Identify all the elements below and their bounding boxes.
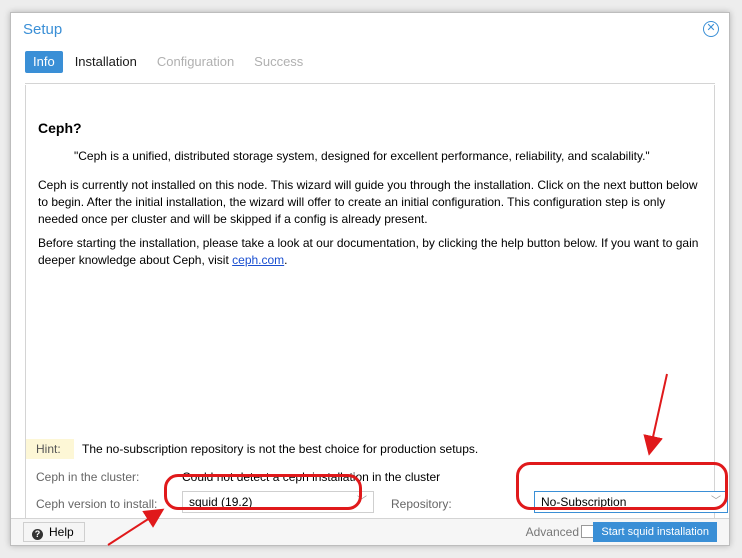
dialog-titlebar: Setup ✕	[11, 13, 729, 47]
ceph-link[interactable]: ceph.com	[232, 253, 284, 267]
start-installation-button[interactable]: Start squid installation	[593, 522, 717, 542]
tab-configuration[interactable]: Configuration	[149, 51, 242, 73]
tab-divider	[25, 83, 715, 84]
chevron-down-icon[interactable]: ﹀	[357, 492, 367, 512]
repository-select-value: No-Subscription	[541, 495, 627, 509]
info-paragraph-1: Ceph is currently not installed on this …	[38, 178, 698, 226]
info-quote: "Ceph is a unified, distributed storage …	[74, 149, 650, 163]
advanced-label: Advanced	[525, 525, 579, 539]
help-button[interactable]: ? Help	[23, 522, 85, 542]
info-paragraph-2-text: Before starting the installation, please…	[38, 236, 699, 267]
version-select[interactable]: squid (19.2) ﹀	[182, 491, 374, 513]
dialog-footer: ? Help Advanced Start squid installation	[11, 518, 729, 545]
help-button-label: Help	[49, 525, 74, 539]
tab-installation[interactable]: Installation	[67, 51, 145, 73]
hint-row: Hint: The no-subscription repository is n…	[26, 439, 478, 459]
info-paragraph-2-end: .	[284, 253, 288, 267]
question-icon: ?	[32, 529, 43, 540]
wizard-tabs: Info Installation Configuration Success	[25, 51, 315, 73]
version-label: Ceph version to install:	[36, 497, 158, 511]
info-heading: Ceph?	[38, 120, 82, 136]
cluster-label: Ceph in the cluster:	[36, 470, 140, 484]
info-paragraph-2: Before starting the installation, please…	[38, 235, 708, 269]
hint-label: Hint:	[26, 439, 74, 459]
hint-text: The no-subscription repository is not th…	[82, 442, 479, 456]
version-select-value: squid (19.2)	[189, 495, 253, 509]
tab-success[interactable]: Success	[246, 51, 311, 73]
tab-info[interactable]: Info	[25, 51, 63, 73]
cluster-status: Could not detect a ceph installation in …	[182, 470, 441, 484]
advanced-checkbox[interactable]	[581, 525, 594, 538]
setup-dialog: Setup ✕ Info Installation Configuration …	[10, 12, 730, 546]
wizard-content: Ceph? "Ceph is a unified, distributed st…	[25, 85, 728, 521]
repository-label: Repository:	[391, 497, 452, 511]
dialog-title: Setup	[23, 21, 63, 38]
chevron-down-icon[interactable]: ﹀	[711, 492, 721, 512]
close-icon[interactable]: ✕	[703, 21, 719, 37]
repository-select[interactable]: No-Subscription ﹀	[534, 491, 728, 513]
